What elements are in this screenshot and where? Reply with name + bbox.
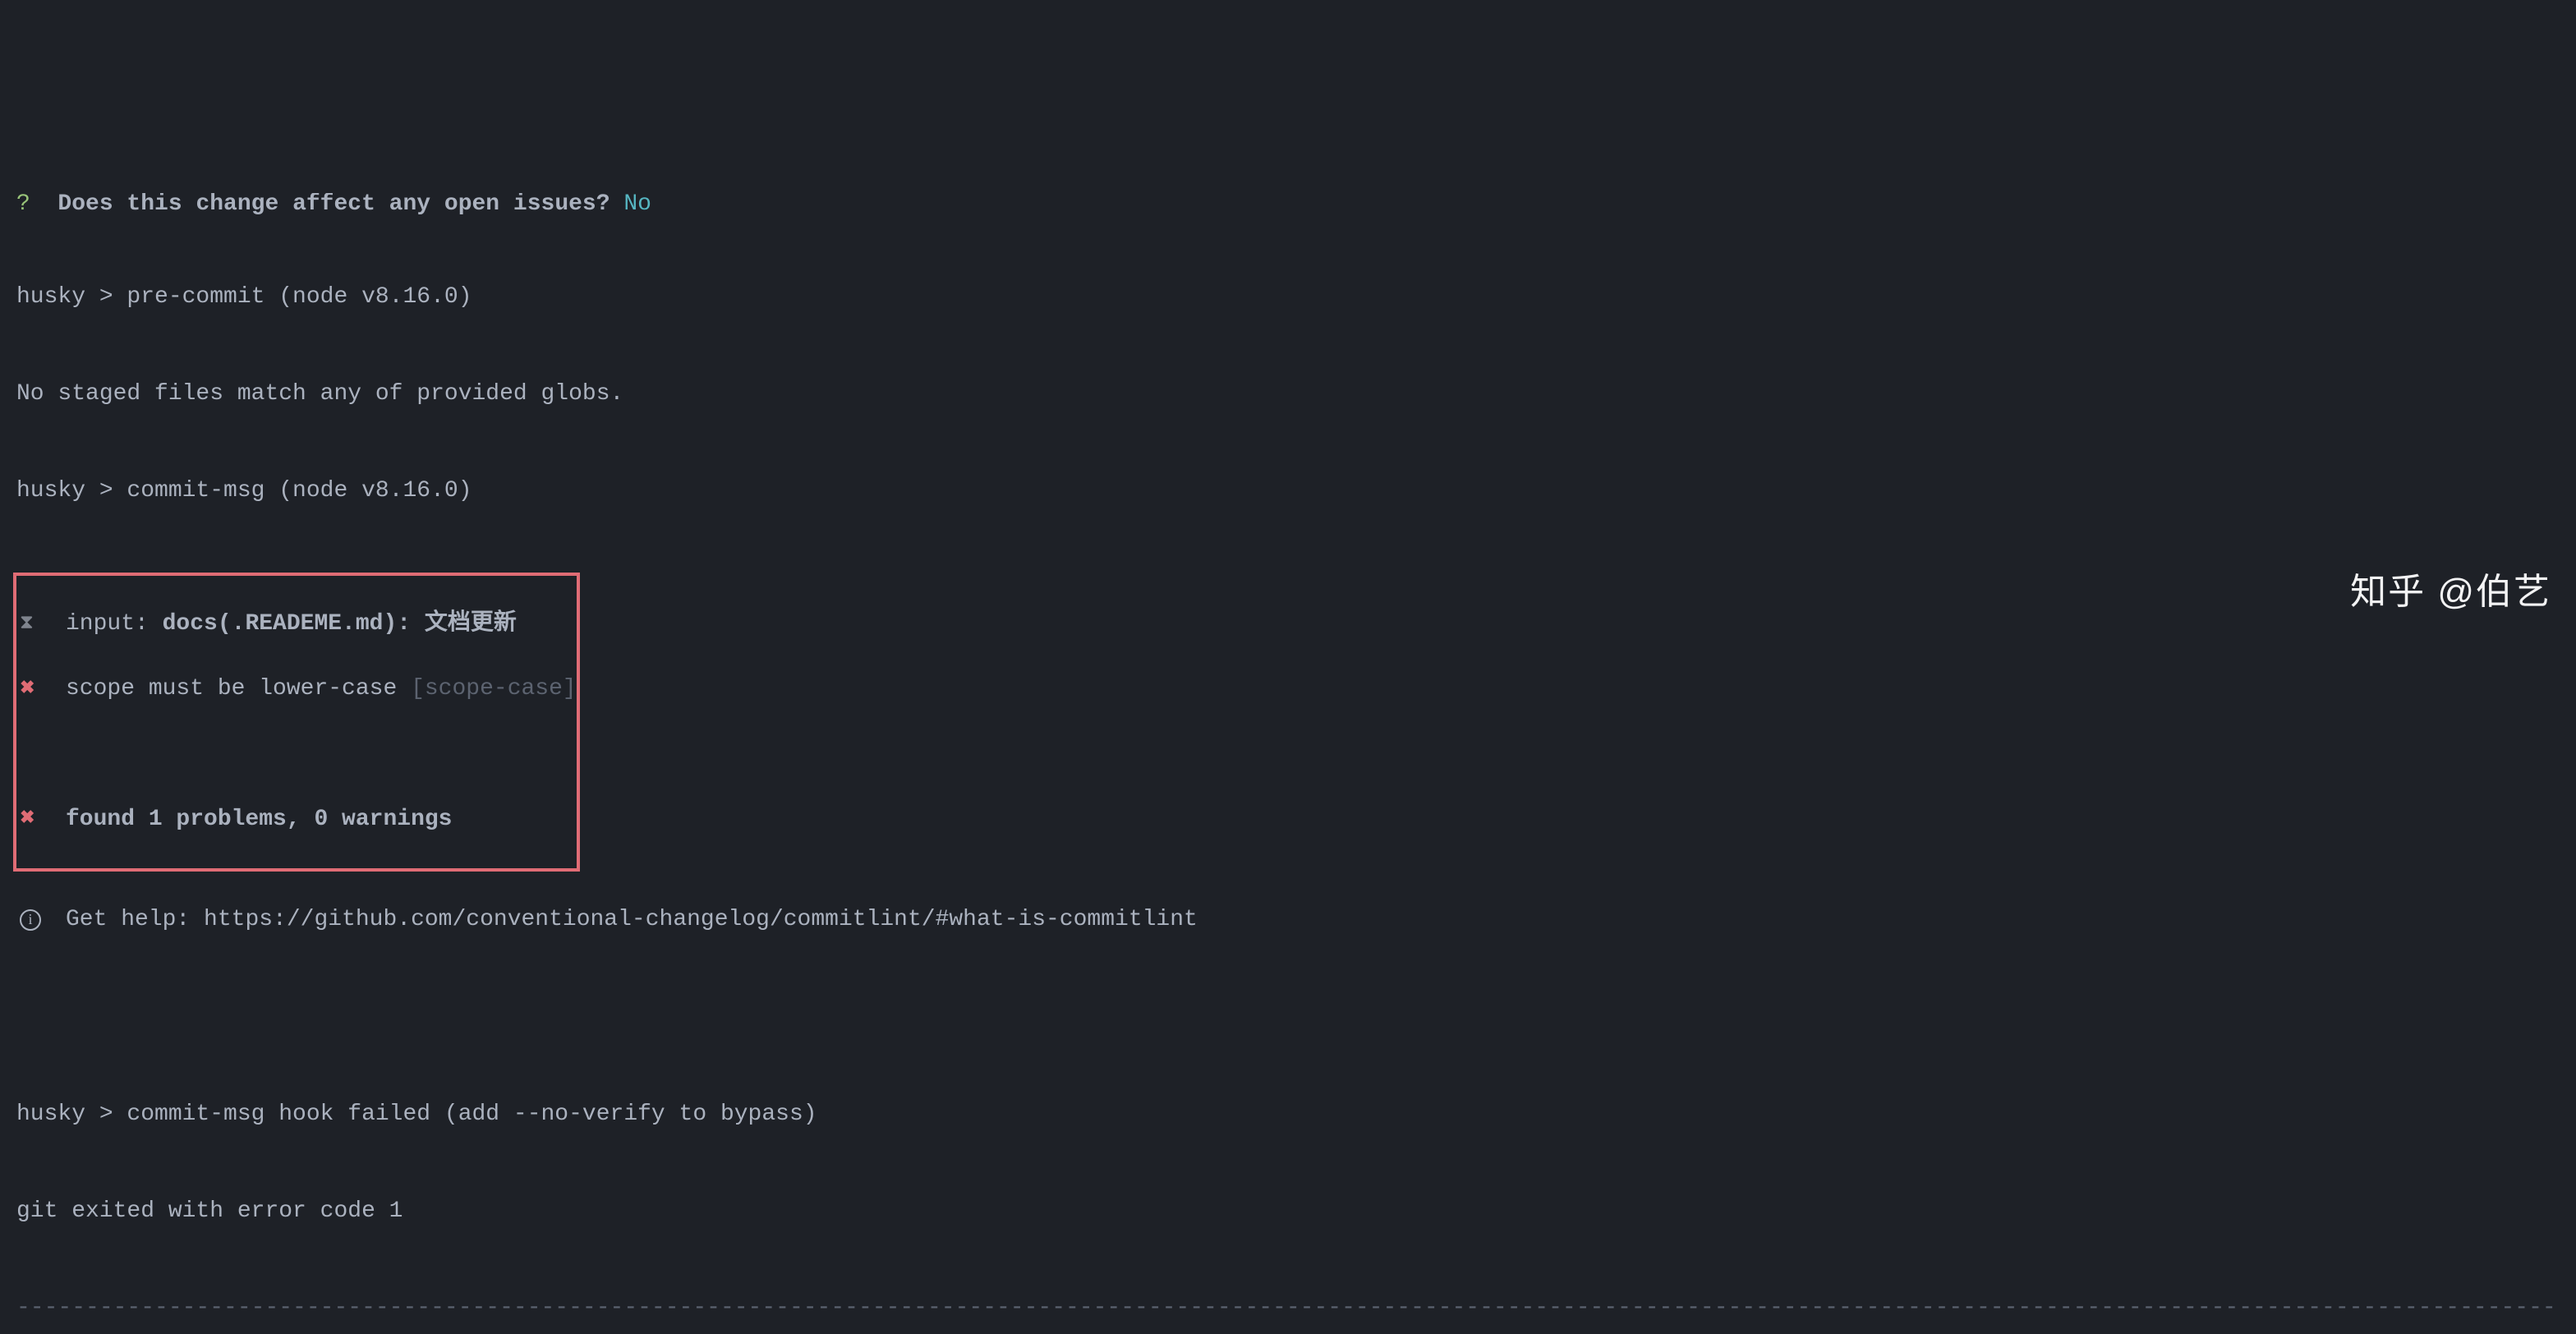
info-icon: i: [20, 909, 41, 931]
no-staged-line: No staged files match any of provided gl…: [16, 378, 2560, 411]
input-label: input:: [66, 608, 163, 640]
hook-failed-line: husky > commit-msg hook failed (add --no…: [16, 1098, 2560, 1131]
cross-icon: ✖: [20, 807, 34, 832]
blank-row: [16, 738, 577, 770]
answer-text: No: [623, 193, 651, 216]
help-row: i Get help: https://github.com/convention…: [16, 904, 2560, 936]
help-url: https://github.com/conventional-changelo…: [204, 904, 1198, 936]
watermark: 知乎 @伯艺: [2350, 567, 2551, 618]
terminal-output: ? Does this change affect any open issue…: [0, 129, 2576, 1334]
input-row: ⧗ input: docs(.READEME.md): 文档更新: [16, 608, 577, 641]
scope-rule-text: [scope-case]: [411, 673, 577, 705]
prompt-question-line: ? Does this change affect any open issue…: [16, 193, 2560, 216]
hourglass-icon: ⧗: [20, 610, 34, 638]
question-mark-icon: ?: [16, 193, 30, 216]
summary-text: found 1 problems, 0 warnings: [66, 803, 452, 835]
cross-icon: ✖: [20, 677, 34, 702]
question-text: Does this change affect any open issues?: [30, 193, 624, 216]
husky-commitmsg-line: husky > commit-msg (node v8.16.0): [16, 475, 2560, 508]
help-label: Get help:: [66, 904, 204, 936]
summary-row: ✖ found 1 problems, 0 warnings: [16, 803, 577, 835]
git-exit-line: git exited with error code 1: [16, 1195, 2560, 1228]
blank-line: [16, 1000, 2560, 1033]
scope-error-row: ✖ scope must be lower-case [scope-case]: [16, 673, 577, 706]
separator-line: ----------------------------------------…: [16, 1292, 2560, 1325]
husky-precommit-line: husky > pre-commit (node v8.16.0): [16, 281, 2560, 314]
input-value: docs(.READEME.md): 文档更新: [163, 608, 517, 640]
scope-error-text: scope must be lower-case: [66, 673, 411, 705]
error-highlight-box: ⧗ input: docs(.READEME.md): 文档更新 ✖ scope m…: [13, 573, 580, 872]
